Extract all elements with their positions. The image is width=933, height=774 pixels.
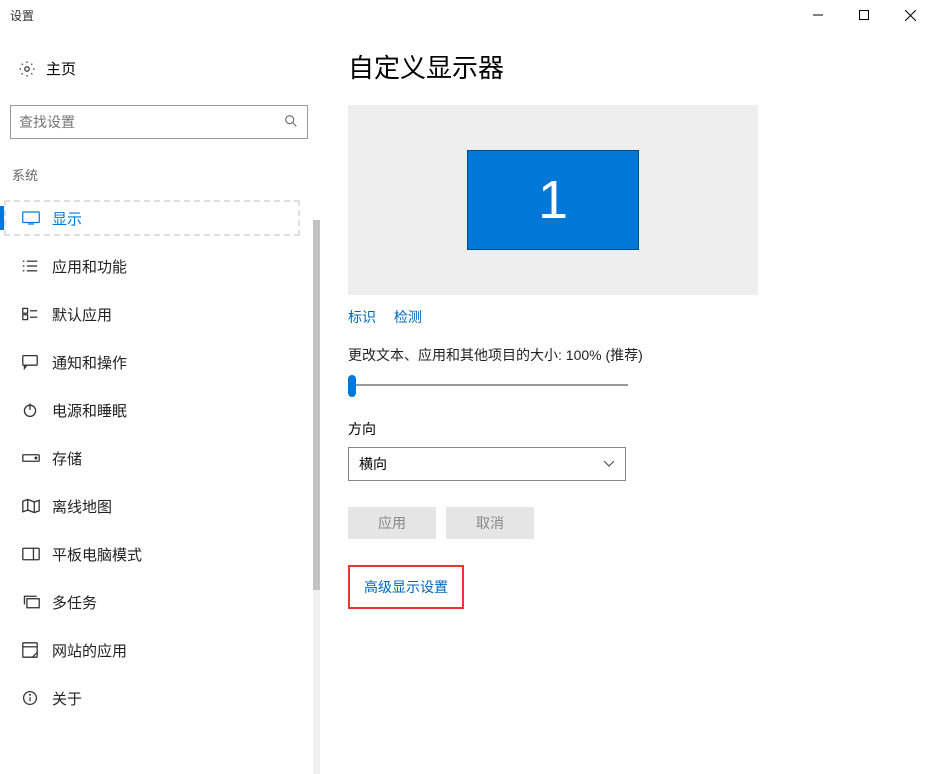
sidebar-item-default-apps[interactable]: 默认应用 bbox=[10, 290, 310, 338]
slider-track bbox=[348, 384, 628, 386]
orientation-select[interactable]: 横向 bbox=[348, 447, 626, 481]
sidebar-item-power[interactable]: 电源和睡眠 bbox=[10, 386, 310, 434]
sidebar-item-web-apps[interactable]: 网站的应用 bbox=[10, 626, 310, 674]
display-preview: 1 bbox=[348, 105, 758, 295]
cancel-button[interactable]: 取消 bbox=[446, 507, 534, 539]
home-link[interactable]: 主页 bbox=[10, 50, 310, 87]
monitor-tile-1[interactable]: 1 bbox=[467, 150, 639, 250]
slider-thumb[interactable] bbox=[348, 375, 356, 397]
sidebar-item-multitask[interactable]: 多任务 bbox=[10, 578, 310, 626]
main-panel: 自定义显示器 1 标识 检测 更改文本、应用和其他项目的大小: 100% (推荐… bbox=[320, 30, 933, 774]
sidebar-item-storage[interactable]: 存储 bbox=[10, 434, 310, 482]
close-button[interactable] bbox=[887, 0, 933, 30]
list-icon bbox=[22, 259, 52, 273]
info-icon bbox=[22, 690, 52, 706]
group-system-label: 系统 bbox=[10, 159, 310, 194]
chevron-down-icon bbox=[603, 460, 615, 468]
sidebar-item-tablet[interactable]: 平板电脑模式 bbox=[10, 530, 310, 578]
web-apps-icon bbox=[22, 642, 52, 658]
power-icon bbox=[22, 402, 52, 418]
detect-link[interactable]: 检测 bbox=[394, 309, 422, 325]
identify-link[interactable]: 标识 bbox=[348, 309, 376, 325]
gear-icon bbox=[18, 60, 46, 78]
scale-slider[interactable] bbox=[348, 375, 628, 395]
sidebar: 主页 系统 显示 应用和功能 bbox=[0, 30, 320, 774]
identify-detect-row: 标识 检测 bbox=[348, 307, 909, 327]
storage-icon bbox=[22, 453, 52, 463]
search-box[interactable] bbox=[10, 105, 308, 139]
home-label: 主页 bbox=[46, 58, 76, 79]
map-icon bbox=[22, 498, 52, 514]
search-input[interactable] bbox=[19, 114, 283, 130]
nav-list: 显示 应用和功能 默认应用 通知和操作 bbox=[10, 194, 310, 722]
title-bar: 设置 bbox=[0, 0, 933, 30]
window-title: 设置 bbox=[10, 7, 34, 24]
default-apps-icon bbox=[22, 307, 52, 321]
monitor-number: 1 bbox=[538, 169, 568, 231]
minimize-button[interactable] bbox=[795, 0, 841, 30]
orientation-label: 方向 bbox=[348, 419, 909, 439]
tablet-icon bbox=[22, 547, 52, 561]
chat-icon bbox=[22, 354, 52, 370]
multitask-icon bbox=[22, 595, 52, 609]
orientation-value: 横向 bbox=[359, 454, 387, 474]
search-icon bbox=[283, 113, 299, 132]
sidebar-scrollbar[interactable] bbox=[313, 220, 320, 774]
action-buttons: 应用 取消 bbox=[348, 507, 909, 539]
sidebar-item-maps[interactable]: 离线地图 bbox=[10, 482, 310, 530]
scrollbar-thumb[interactable] bbox=[313, 220, 320, 590]
display-icon bbox=[22, 211, 52, 225]
advanced-display-link[interactable]: 高级显示设置 bbox=[364, 579, 448, 595]
window-controls bbox=[795, 0, 933, 30]
page-title: 自定义显示器 bbox=[348, 48, 909, 85]
scale-label: 更改文本、应用和其他项目的大小: 100% (推荐) bbox=[348, 345, 909, 365]
sidebar-item-notifications[interactable]: 通知和操作 bbox=[10, 338, 310, 386]
maximize-button[interactable] bbox=[841, 0, 887, 30]
sidebar-item-about[interactable]: 关于 bbox=[10, 674, 310, 722]
sidebar-item-apps[interactable]: 应用和功能 bbox=[10, 242, 310, 290]
apply-button[interactable]: 应用 bbox=[348, 507, 436, 539]
advanced-link-highlight: 高级显示设置 bbox=[348, 565, 464, 609]
sidebar-item-display[interactable]: 显示 bbox=[10, 194, 310, 242]
